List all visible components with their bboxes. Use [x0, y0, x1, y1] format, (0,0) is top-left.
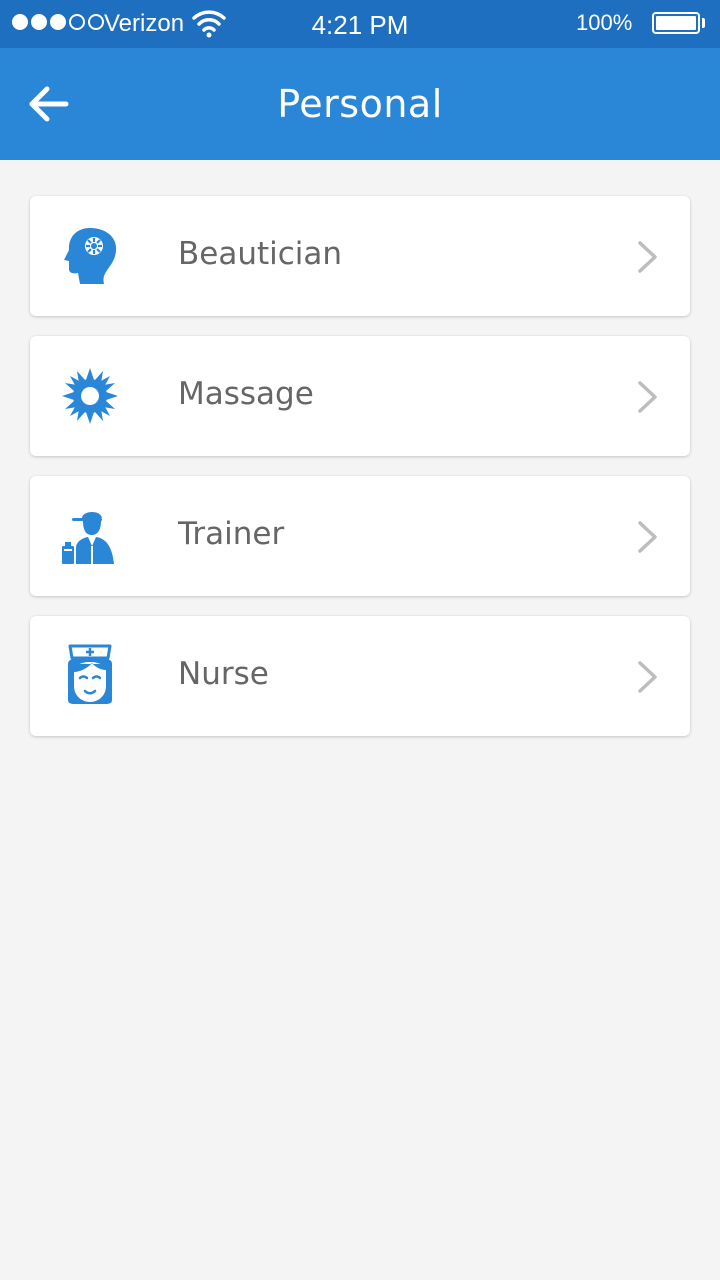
- list-item-label: Nurse: [178, 656, 269, 692]
- list-item-beautician[interactable]: Beautician: [30, 196, 690, 316]
- battery-icon: [652, 12, 700, 34]
- list-item-label: Massage: [178, 376, 314, 412]
- nurse-icon: [68, 644, 112, 704]
- battery-tip: [702, 18, 705, 28]
- list-item-nurse[interactable]: Nurse: [30, 616, 690, 736]
- category-list: Beautician Massage Trainer Nurse: [30, 196, 690, 756]
- page-title: Personal: [277, 82, 443, 126]
- trainer-icon: [62, 511, 114, 564]
- list-item-label: Beautician: [178, 236, 343, 272]
- massage-icon: [62, 368, 118, 424]
- chevron-right-icon: [638, 241, 657, 273]
- chevron-right-icon: [638, 661, 657, 693]
- list-item-trainer[interactable]: Trainer: [30, 476, 690, 596]
- status-bar: Verizon 4:21 PM 100%: [0, 0, 720, 48]
- chevron-right-icon: [638, 521, 657, 553]
- chevron-right-icon: [638, 381, 657, 413]
- list-item-label: Trainer: [178, 516, 285, 552]
- battery-percentage: 100%: [576, 10, 633, 35]
- beautician-icon: [64, 228, 117, 284]
- list-item-massage[interactable]: Massage: [30, 336, 690, 456]
- app-bar: Personal: [0, 48, 720, 160]
